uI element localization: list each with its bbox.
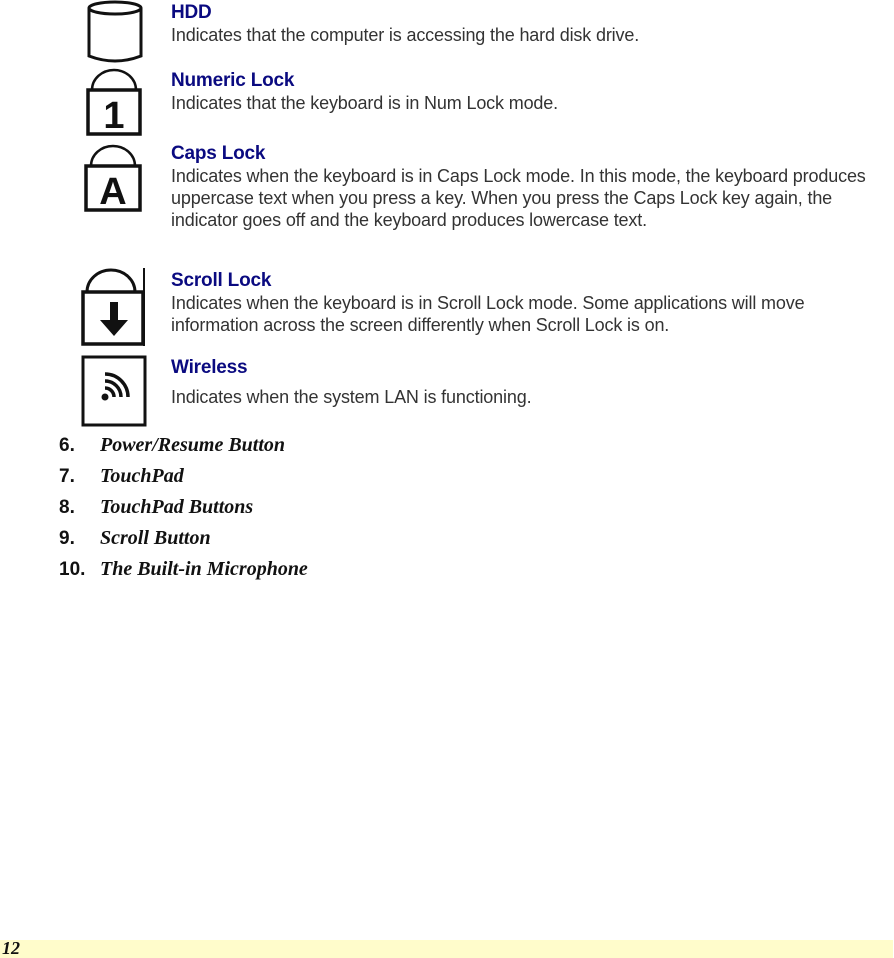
list-item-number: 8. [59,496,75,518]
indicator-title: Caps Lock [171,143,266,164]
list-item: 8. TouchPad Buttons [59,492,308,523]
list-item-label: TouchPad [100,465,184,487]
list-item: 10. The Built-in Microphone [59,554,308,585]
manual-page: HDD Indicates that the computer is acces… [0,0,894,958]
list-item: 6. Power/Resume Button [59,430,308,461]
list-item: 7. TouchPad [59,461,308,492]
list-item-number: 7. [59,465,75,487]
indicator-entry-wireless: Wireless Indicates when the system LAN i… [171,357,894,408]
indicator-title: Scroll Lock [171,270,272,291]
indicator-description: Indicates when the system LAN is functio… [171,387,532,407]
indicator-title: HDD [171,2,212,23]
list-item-label: TouchPad Buttons [100,496,254,518]
scroll-lock-icon [81,268,147,346]
caps-lock-icon: A [84,142,142,212]
indicator-description: Indicates that the keyboard is in Num Lo… [171,93,559,113]
indicator-title: Numeric Lock [171,70,295,91]
hdd-icon [86,0,144,64]
list-item-label: Scroll Button [100,527,211,549]
indicator-description: Indicates that the computer is accessing… [171,25,640,45]
indicator-description: Indicates when the keyboard is in Caps L… [171,166,866,230]
indicator-title: Wireless [171,357,248,378]
list-item-number: 10. [59,558,86,580]
indicator-entry-hdd: HDD Indicates that the computer is acces… [171,2,894,46]
indicator-entry-numeric-lock: Numeric Lock Indicates that the keyboard… [171,70,894,114]
caps-lock-glyph: A [99,171,126,212]
list-item-label: Power/Resume Button [100,434,286,456]
wireless-icon [81,355,147,427]
indicator-description: Indicates when the keyboard is in Scroll… [171,293,805,335]
indicator-entry-caps-lock: Caps Lock Indicates when the keyboard is… [171,143,894,231]
page-number: 12 [2,938,20,958]
component-list: 6. Power/Resume Button 7. TouchPad 8. To… [59,430,308,585]
list-item-label: The Built-in Microphone [100,558,308,580]
list-item: 9. Scroll Button [59,523,308,554]
page-footer: 12 [0,938,893,958]
numeric-lock-glyph: 1 [103,95,124,136]
indicator-entry-scroll-lock: Scroll Lock Indicates when the keyboard … [171,270,894,336]
list-item-number: 6. [59,434,75,456]
list-item-number: 9. [59,527,75,549]
numeric-lock-icon: 1 [86,68,142,136]
